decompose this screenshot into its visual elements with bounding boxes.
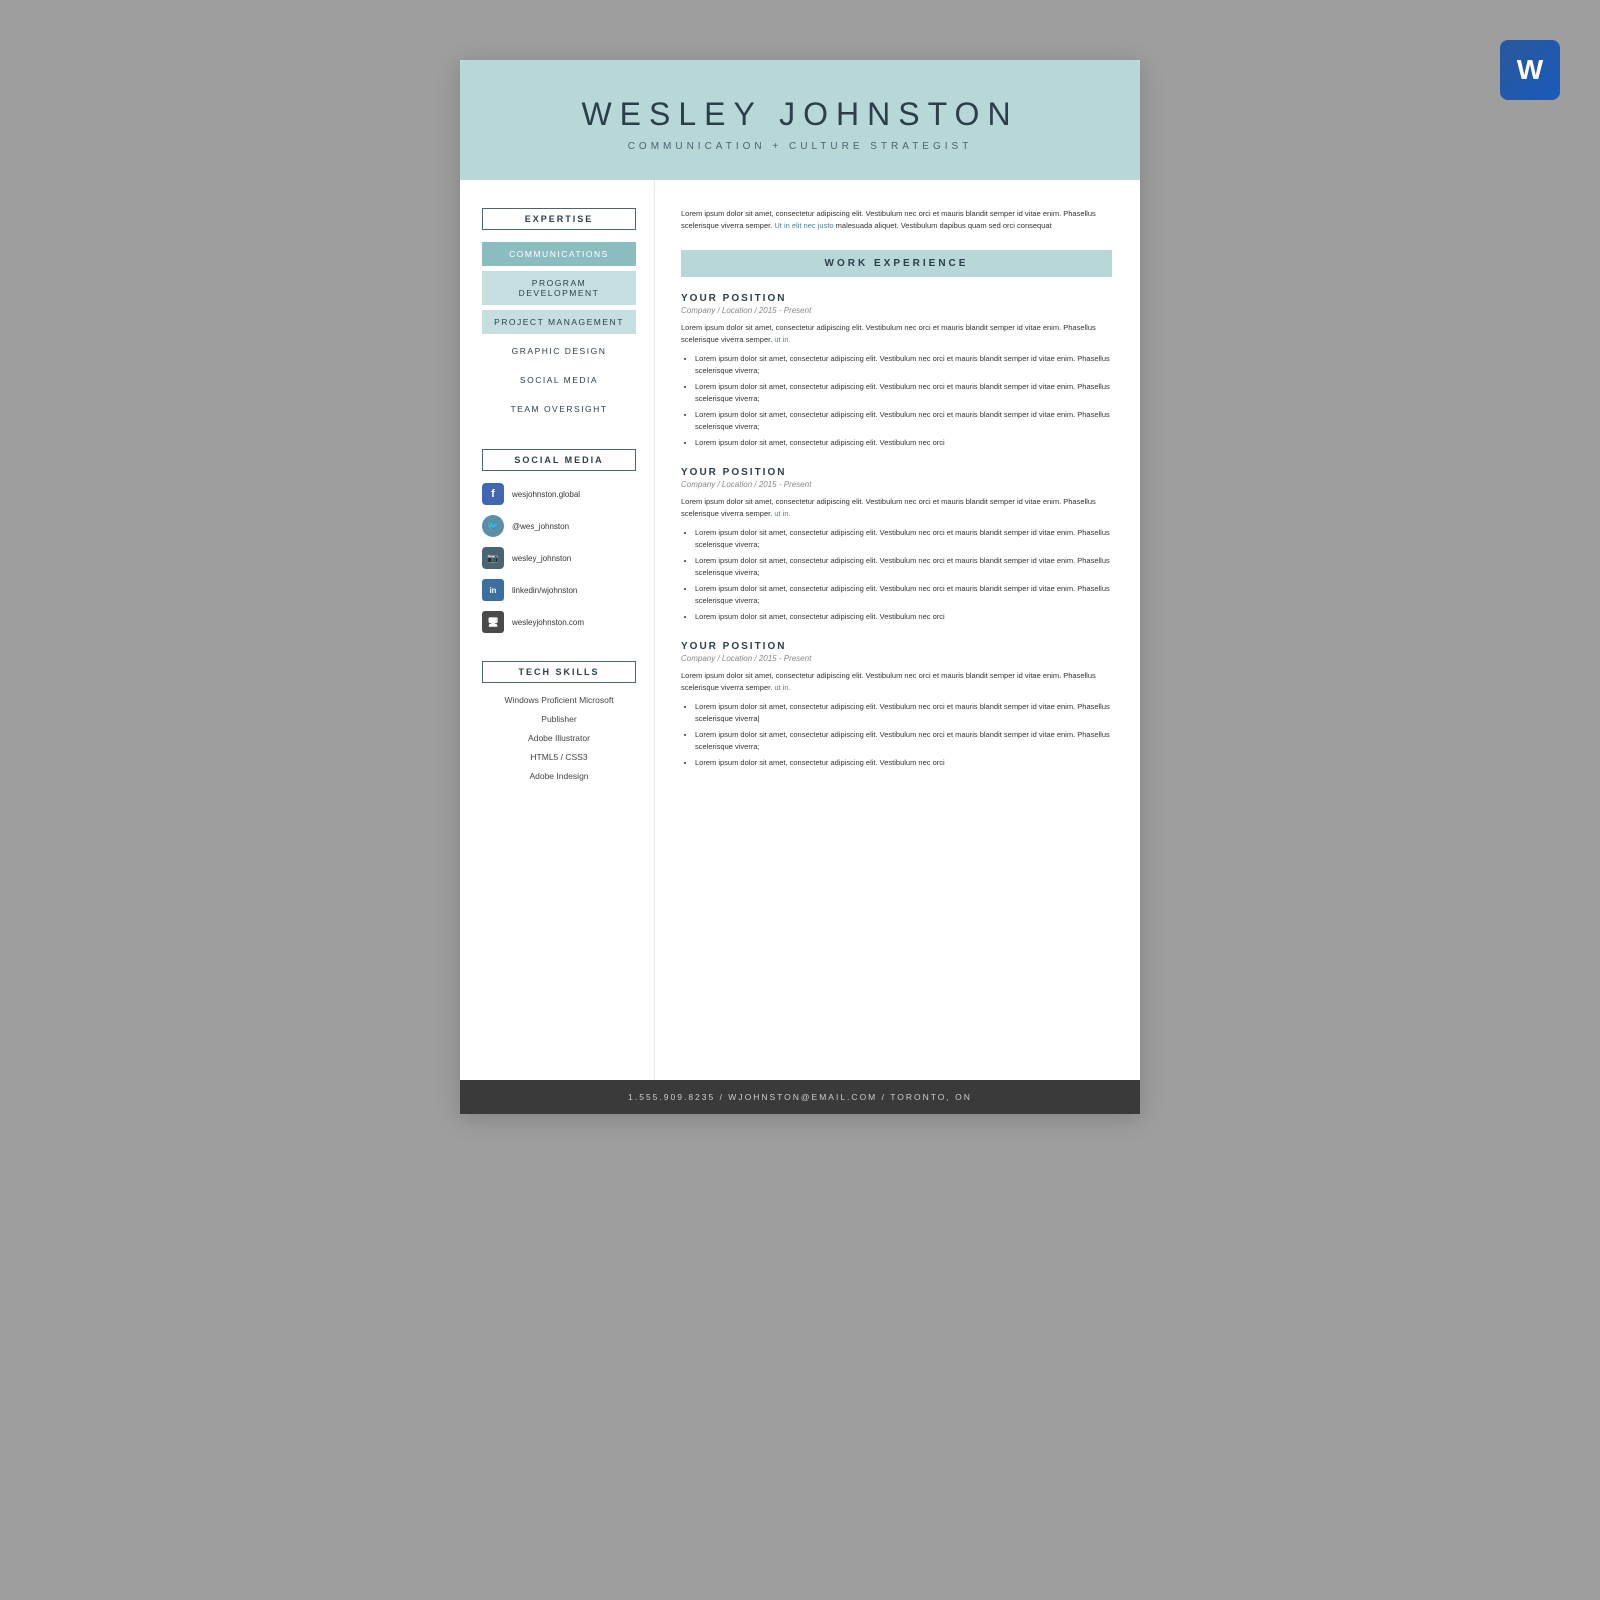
job-1-subtitle: Company / Location / 2015 - Present xyxy=(681,306,1112,315)
bullet: Lorem ipsum dolor sit amet, consectetur … xyxy=(695,527,1112,551)
social-facebook: f wesjohnston.global xyxy=(482,483,636,505)
job-2-title: YOUR POSITION xyxy=(681,467,1112,478)
instagram-icon: 📷 xyxy=(482,547,504,569)
intro-paragraph: Lorem ipsum dolor sit amet, consectetur … xyxy=(681,208,1112,232)
social-media-section: SOCIAL MEDIA f wesjohnston.global 🐦 @wes… xyxy=(482,449,636,633)
job-2-subtitle: Company / Location / 2015 - Present xyxy=(681,480,1112,489)
job-2-desc: Lorem ipsum dolor sit amet, consectetur … xyxy=(681,496,1112,520)
job-1-bullets: Lorem ipsum dolor sit amet, consectetur … xyxy=(681,353,1112,449)
resume-body: EXPERTISE COMMUNICATIONS PROGRAM DEVELOP… xyxy=(460,180,1140,1080)
word-app-icon: W xyxy=(1500,40,1560,100)
bullet: Lorem ipsum dolor sit amet, consectetur … xyxy=(695,409,1112,433)
website-icon: 🖥 xyxy=(482,611,504,633)
facebook-icon: f xyxy=(482,483,504,505)
tech-skills-label: TECH SKILLS xyxy=(482,661,636,683)
main-content: Lorem ipsum dolor sit amet, consectetur … xyxy=(655,180,1140,1080)
facebook-handle: wesjohnston.global xyxy=(512,490,580,499)
job-3-title: YOUR POSITION xyxy=(681,641,1112,652)
bullet: Lorem ipsum dolor sit amet, consectetur … xyxy=(695,701,1112,725)
social-linkedin: in linkedin/wjohnston xyxy=(482,579,636,601)
job-3-desc: Lorem ipsum dolor sit amet, consectetur … xyxy=(681,670,1112,694)
skill-project-mgmt: PROJECT MANAGEMENT xyxy=(482,310,636,334)
tech-skill-1: Windows Proficient Microsoft xyxy=(482,695,636,705)
social-twitter: 🐦 @wes_johnston xyxy=(482,515,636,537)
job-1-desc: Lorem ipsum dolor sit amet, consectetur … xyxy=(681,322,1112,346)
social-media-label: SOCIAL MEDIA xyxy=(482,449,636,471)
footer-contact: 1.555.909.8235 / WJOHNSTON@EMAIL.COM / T… xyxy=(628,1092,972,1102)
social-website: 🖥 wesleyjohnston.com xyxy=(482,611,636,633)
tech-skills-section: TECH SKILLS Windows Proficient Microsoft… xyxy=(482,661,636,781)
job-2: YOUR POSITION Company / Location / 2015 … xyxy=(681,467,1112,623)
skill-communications: COMMUNICATIONS xyxy=(482,242,636,266)
job-3-bullets: Lorem ipsum dolor sit amet, consectetur … xyxy=(681,701,1112,769)
job-1: YOUR POSITION Company / Location / 2015 … xyxy=(681,293,1112,449)
linkedin-handle: linkedin/wjohnston xyxy=(512,586,577,595)
twitter-icon: 🐦 xyxy=(482,515,504,537)
instagram-handle: wesley_johnston xyxy=(512,554,571,563)
resume-document: WESLEY JOHNSTON COMMUNICATION + CULTURE … xyxy=(460,60,1140,1114)
job-3-subtitle: Company / Location / 2015 - Present xyxy=(681,654,1112,663)
word-letter: W xyxy=(1517,54,1543,86)
resume-footer: 1.555.909.8235 / WJOHNSTON@EMAIL.COM / T… xyxy=(460,1080,1140,1114)
bullet: Lorem ipsum dolor sit amet, consectetur … xyxy=(695,583,1112,607)
bullet: Lorem ipsum dolor sit amet, consectetur … xyxy=(695,611,1112,623)
resume-header: WESLEY JOHNSTON COMMUNICATION + CULTURE … xyxy=(460,60,1140,180)
skill-team-oversight: TEAM OVERSIGHT xyxy=(482,397,636,421)
bullet: Lorem ipsum dolor sit amet, consectetur … xyxy=(695,437,1112,449)
bullet: Lorem ipsum dolor sit amet, consectetur … xyxy=(695,381,1112,405)
expertise-label: EXPERTISE xyxy=(482,208,636,230)
bullet: Lorem ipsum dolor sit amet, consectetur … xyxy=(695,555,1112,579)
social-instagram: 📷 wesley_johnston xyxy=(482,547,636,569)
twitter-handle: @wes_johnston xyxy=(512,522,569,531)
bullet: Lorem ipsum dolor sit amet, consectetur … xyxy=(695,757,1112,769)
bullet: Lorem ipsum dolor sit amet, consectetur … xyxy=(695,729,1112,753)
sidebar: EXPERTISE COMMUNICATIONS PROGRAM DEVELOP… xyxy=(460,180,655,1080)
website-url: wesleyjohnston.com xyxy=(512,618,584,627)
tech-skill-5: Adobe Indesign xyxy=(482,771,636,781)
candidate-title: COMMUNICATION + CULTURE STRATEGIST xyxy=(500,141,1100,152)
expertise-section: EXPERTISE COMMUNICATIONS PROGRAM DEVELOP… xyxy=(482,208,636,421)
candidate-name: WESLEY JOHNSTON xyxy=(500,96,1100,133)
skill-social-media: SOCIAL MEDIA xyxy=(482,368,636,392)
job-1-title: YOUR POSITION xyxy=(681,293,1112,304)
skill-graphic-design: GRAPHIC DESIGN xyxy=(482,339,636,363)
tech-skill-2: Publisher xyxy=(482,714,636,724)
bullet: Lorem ipsum dolor sit amet, consectetur … xyxy=(695,353,1112,377)
skill-program-dev: PROGRAM DEVELOPMENT xyxy=(482,271,636,305)
linkedin-icon: in xyxy=(482,579,504,601)
work-experience-header: WORK EXPERIENCE xyxy=(681,250,1112,277)
tech-skill-4: HTML5 / CSS3 xyxy=(482,752,636,762)
job-2-bullets: Lorem ipsum dolor sit amet, consectetur … xyxy=(681,527,1112,623)
job-3: YOUR POSITION Company / Location / 2015 … xyxy=(681,641,1112,769)
tech-skill-3: Adobe Illustrator xyxy=(482,733,636,743)
